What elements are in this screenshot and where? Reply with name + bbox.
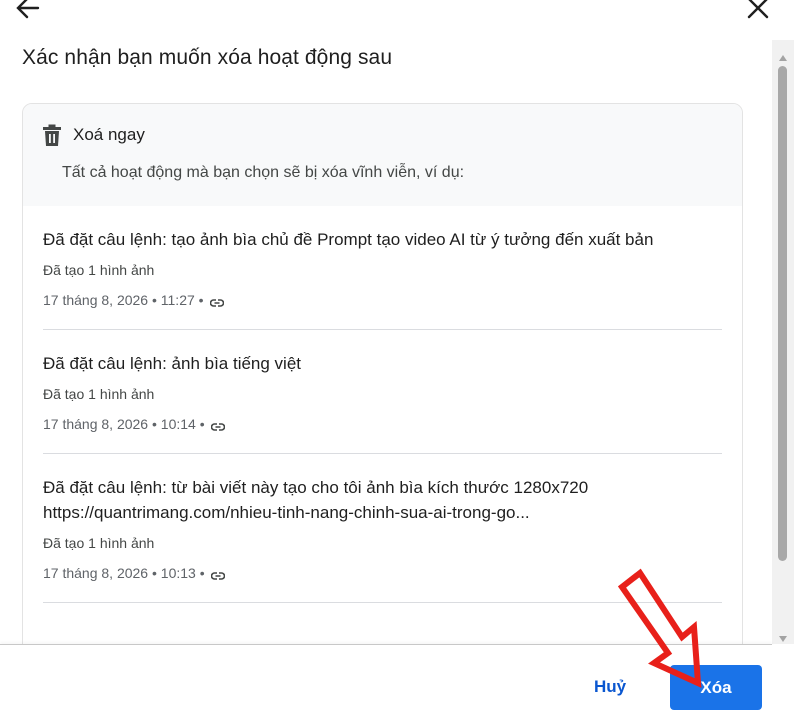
activity-subtitle: Đã tạo 1 hình ảnh	[43, 386, 155, 402]
scrollbar[interactable]	[772, 40, 794, 644]
activity-title: Đã đặt câu lệnh: ảnh bìa tiếng việt	[43, 354, 302, 373]
link-icon[interactable]	[210, 419, 225, 431]
card-description: Tất cả hoạt động mà bạn chọn sẽ bị xóa v…	[62, 164, 465, 181]
link-icon[interactable]	[209, 295, 224, 307]
back-button[interactable]	[14, 0, 42, 22]
activity-timestamp: 17 tháng 8, 2026 • 10:14 •	[43, 416, 205, 432]
activity-card: Xoá ngay Tất cả hoạt động mà bạn chọn sẽ…	[22, 103, 743, 663]
close-icon	[747, 0, 769, 19]
activity-list: Đã đặt câu lệnh: tạo ảnh bìa chủ đề Prom…	[23, 206, 742, 603]
scrollbar-thumb[interactable]	[778, 66, 787, 561]
activity-item: Đã đặt câu lệnh: tạo ảnh bìa chủ đề Prom…	[43, 206, 722, 330]
activity-timestamp: 17 tháng 8, 2026 • 10:13 •	[43, 565, 205, 581]
scroll-up-arrow-icon[interactable]	[778, 49, 788, 61]
arrow-left-icon	[16, 0, 40, 19]
activity-title: Đã đặt câu lệnh: từ bài viết này tạo cho…	[43, 478, 589, 522]
delete-button[interactable]: Xóa	[670, 665, 762, 710]
scroll-down-arrow-icon[interactable]	[778, 630, 788, 642]
activity-timestamp: 17 tháng 8, 2026 • 11:27 •	[43, 292, 204, 308]
delete-activity-dialog: Xác nhận bạn muốn xóa hoạt động sau Xoá …	[0, 0, 794, 716]
link-icon[interactable]	[210, 568, 225, 580]
close-button[interactable]	[744, 0, 772, 22]
card-title: Xoá ngay	[73, 125, 145, 144]
activity-subtitle: Đã tạo 1 hình ảnh	[43, 535, 155, 551]
cancel-button[interactable]: Huỷ	[582, 665, 638, 709]
activity-title: Đã đặt câu lệnh: tạo ảnh bìa chủ đề Prom…	[43, 230, 654, 249]
activity-item: Đã đặt câu lệnh: từ bài viết này tạo cho…	[43, 454, 722, 603]
activity-item: Đã đặt câu lệnh: ảnh bìa tiếng việt Đã t…	[43, 330, 722, 454]
activity-subtitle: Đã tạo 1 hình ảnh	[43, 262, 155, 278]
dialog-title: Xác nhận bạn muốn xóa hoạt động sau	[22, 46, 393, 69]
trash-icon	[42, 124, 62, 146]
card-header: Xoá ngay Tất cả hoạt động mà bạn chọn sẽ…	[23, 104, 742, 206]
